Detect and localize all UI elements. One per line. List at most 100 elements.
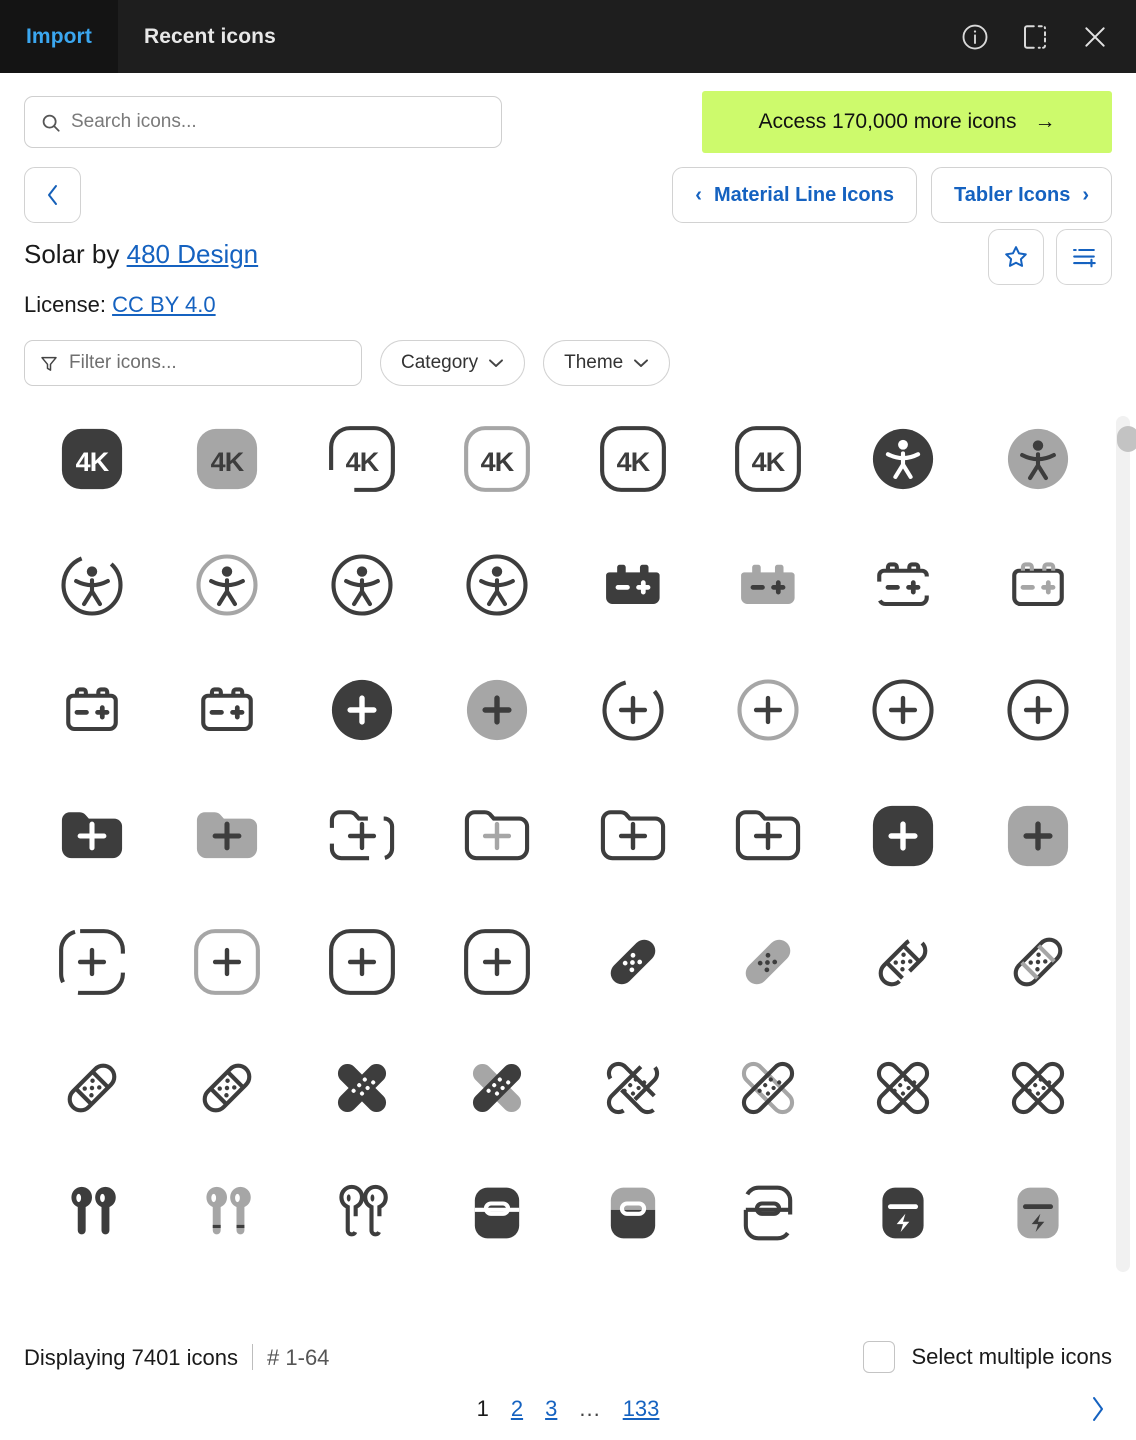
icon-cell[interactable] — [836, 530, 971, 640]
prev-pack-button[interactable]: ‹ Material Line Icons — [672, 167, 917, 223]
icon-cell[interactable] — [24, 530, 159, 640]
icon-cell[interactable] — [565, 1158, 700, 1268]
access-more-icons-label: Access 170,000 more icons — [758, 110, 1017, 133]
license-label: License: — [24, 292, 106, 317]
icon-cell[interactable] — [159, 1158, 294, 1268]
icon-cell[interactable] — [565, 781, 700, 891]
icon-grid: 4K 4K 4K 4K 4K 4K — [0, 404, 1136, 1284]
select-multiple-checkbox[interactable] — [863, 1341, 896, 1373]
chevron-down-icon — [489, 359, 504, 367]
icon-cell[interactable] — [159, 781, 294, 891]
filter-input-wrapper[interactable] — [24, 340, 362, 386]
icon-cell[interactable] — [700, 1033, 835, 1143]
info-icon[interactable] — [958, 20, 992, 54]
favorite-star-icon[interactable] — [988, 229, 1044, 285]
icon-cell[interactable] — [159, 907, 294, 1017]
icon-cell[interactable] — [700, 1158, 835, 1268]
next-pack-button[interactable]: Tabler Icons › — [931, 167, 1112, 223]
tab-import[interactable]: Import — [0, 0, 118, 73]
chevron-right-icon — [1093, 1397, 1103, 1421]
icon-cell[interactable] — [159, 655, 294, 765]
icon-cell[interactable]: 4K — [295, 404, 430, 514]
icon-cell[interactable] — [24, 1158, 159, 1268]
grid-scrollbar[interactable] — [1116, 416, 1136, 1272]
select-multiple-toggle[interactable]: Select multiple icons — [863, 1341, 1112, 1373]
icon-cell[interactable] — [430, 530, 565, 640]
icon-cell[interactable] — [295, 781, 430, 891]
svg-text:4K: 4K — [75, 447, 109, 477]
icon-cell[interactable] — [836, 1033, 971, 1143]
footer-status-row: Displaying 7401 icons # 1-64 Select multi… — [0, 1324, 1136, 1384]
category-dropdown[interactable]: Category — [380, 340, 526, 386]
back-button[interactable] — [24, 167, 81, 223]
icon-cell[interactable] — [24, 781, 159, 891]
icon-cell[interactable] — [971, 404, 1106, 514]
icon-cell[interactable] — [430, 655, 565, 765]
divider — [252, 1343, 254, 1370]
icon-cell[interactable] — [700, 655, 835, 765]
icon-cell[interactable] — [295, 655, 430, 765]
icon-cell[interactable] — [295, 1158, 430, 1268]
icon-cell[interactable] — [971, 907, 1106, 1017]
icon-cell[interactable] — [295, 907, 430, 1017]
icon-cell[interactable]: 4K — [565, 404, 700, 514]
filter-row: Category Theme — [0, 318, 1136, 386]
icon-cell[interactable]: 4K — [430, 404, 565, 514]
icon-cell[interactable]: 4K — [700, 404, 835, 514]
pagination: 1 2 3... 133 — [0, 1384, 1136, 1434]
icon-cell[interactable] — [971, 781, 1106, 891]
icon-cell[interactable] — [295, 1033, 430, 1143]
pagination-page[interactable]: 133 — [623, 1396, 660, 1422]
icon-cell[interactable] — [295, 530, 430, 640]
icon-cell[interactable] — [430, 781, 565, 891]
grid-scrollbar-thumb[interactable] — [1117, 426, 1136, 452]
pack-author-link[interactable]: 480 Design — [127, 239, 259, 269]
icon-cell[interactable] — [971, 530, 1106, 640]
pagination-ellipsis: ... — [579, 1396, 601, 1421]
icon-cell[interactable] — [971, 655, 1106, 765]
icon-cell[interactable] — [159, 1033, 294, 1143]
panel-split-icon[interactable] — [1018, 20, 1052, 54]
pack-switcher: ‹ Material Line Icons Tabler Icons › — [672, 167, 1112, 223]
icon-cell[interactable] — [700, 530, 835, 640]
displaying-label: Displaying 7401 icons — [24, 1344, 239, 1370]
icon-cell[interactable] — [430, 1158, 565, 1268]
icon-cell[interactable] — [836, 781, 971, 891]
pagination-page[interactable]: 2 — [511, 1396, 523, 1422]
tab-recent-icons[interactable]: Recent icons — [118, 0, 302, 73]
close-icon[interactable] — [1078, 20, 1112, 54]
license-link[interactable]: CC BY 4.0 — [112, 292, 216, 317]
access-more-icons-button[interactable]: Access 170,000 more icons → — [702, 91, 1112, 153]
icon-cell[interactable] — [836, 404, 971, 514]
filter-input[interactable] — [67, 341, 361, 385]
icon-cell[interactable] — [565, 530, 700, 640]
icon-cell[interactable] — [836, 655, 971, 765]
icon-cell[interactable] — [700, 781, 835, 891]
icon-cell[interactable] — [565, 1033, 700, 1143]
icon-cell[interactable] — [565, 907, 700, 1017]
next-pack-label: Tabler Icons — [954, 183, 1071, 206]
icon-cell[interactable] — [430, 907, 565, 1017]
pack-title: Solar by 480 Design — [24, 239, 1112, 270]
pagination-page[interactable]: 3 — [545, 1396, 557, 1422]
search-input[interactable] — [69, 97, 501, 147]
icon-cell[interactable] — [24, 907, 159, 1017]
next-page-button[interactable] — [1088, 1394, 1108, 1424]
icon-cell[interactable] — [971, 1033, 1106, 1143]
chevron-down-icon — [634, 359, 649, 367]
icon-cell[interactable] — [430, 1033, 565, 1143]
search-icon — [40, 112, 62, 139]
icon-cell[interactable]: 4K — [24, 404, 159, 514]
search-input-wrapper[interactable] — [24, 96, 502, 148]
icon-cell[interactable] — [24, 655, 159, 765]
icon-cell[interactable] — [700, 907, 835, 1017]
icon-cell[interactable] — [836, 907, 971, 1017]
icon-cell[interactable] — [971, 1158, 1106, 1268]
icon-cell[interactable] — [836, 1158, 971, 1268]
icon-cell[interactable] — [565, 655, 700, 765]
theme-dropdown[interactable]: Theme — [543, 340, 671, 386]
icon-cell[interactable] — [159, 530, 294, 640]
icon-cell[interactable] — [24, 1033, 159, 1143]
icon-cell[interactable]: 4K — [159, 404, 294, 514]
add-to-list-icon[interactable] — [1056, 229, 1112, 285]
